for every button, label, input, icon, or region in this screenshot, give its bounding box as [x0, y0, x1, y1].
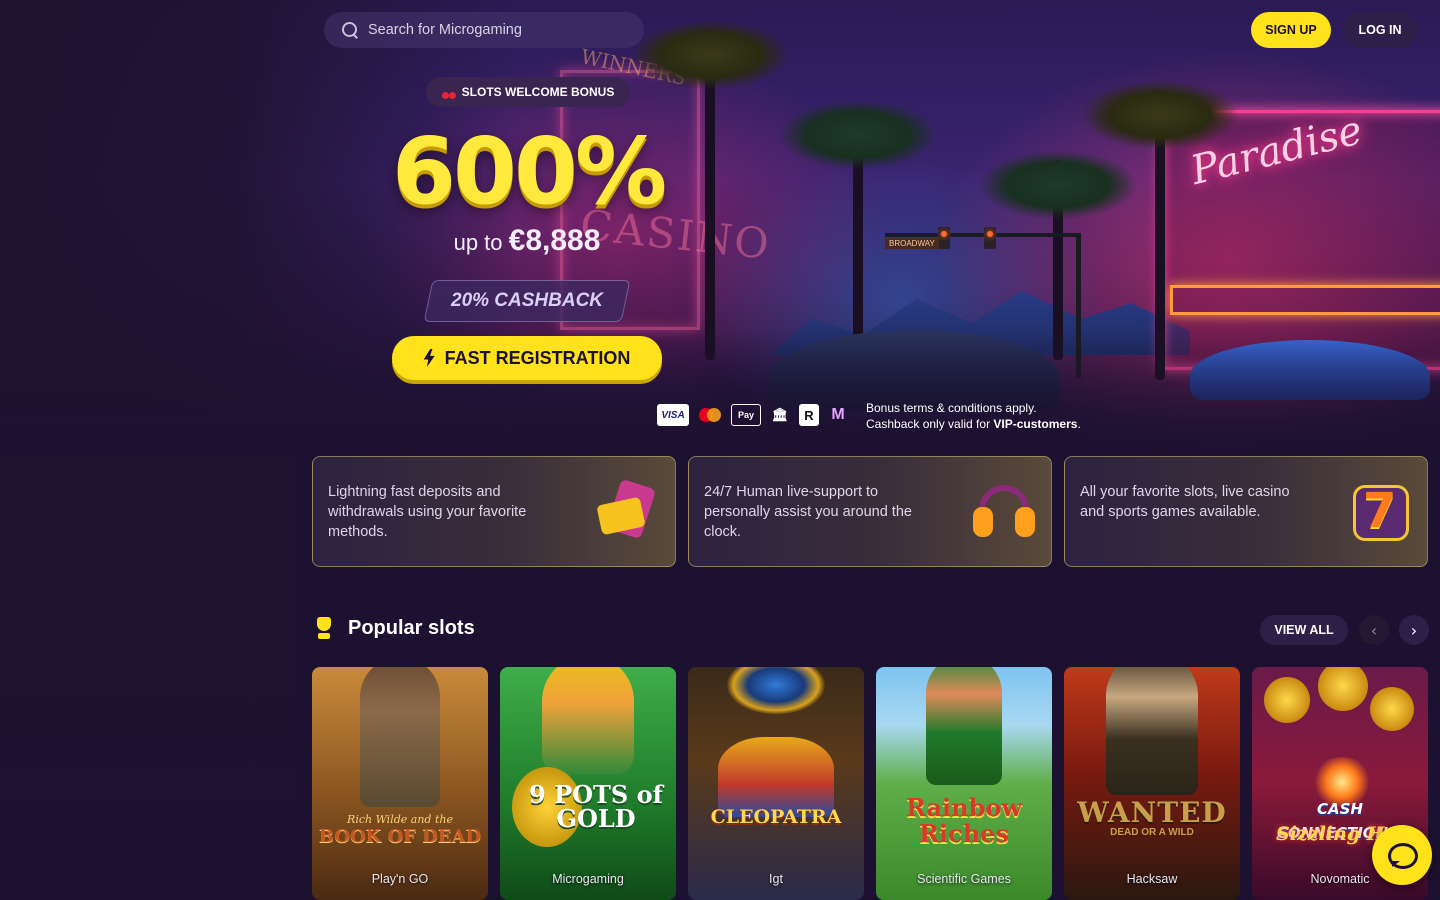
view-all-button[interactable]: VIEW ALL [1260, 615, 1348, 645]
traffic-light [984, 227, 996, 249]
bank-transfer-icon: 🏛 [771, 407, 789, 422]
palm-tree [630, 20, 790, 360]
traffic-light [938, 227, 950, 249]
slot-title: CLEOPATRA [710, 806, 842, 828]
slot-title: Rainbow Riches [905, 793, 1023, 848]
traffic-pole [885, 233, 1080, 237]
apple-pay-icon: Pay [731, 404, 761, 426]
chat-bubble-icon [1388, 843, 1418, 869]
search-icon [342, 21, 359, 39]
hero-fade-bottom [0, 330, 1440, 450]
wallet-icon [595, 478, 661, 545]
slot-title: WANTED [1077, 796, 1227, 829]
bonus-upto: up to €8,888 [392, 224, 662, 258]
bonus-upto-amount: €8,888 [508, 224, 601, 257]
slot-subtitle: DEAD OR A WILD [1110, 827, 1194, 838]
carousel-next-button[interactable]: › [1399, 615, 1429, 645]
visa-icon: VISA [657, 404, 689, 426]
payment-methods: VISA Pay 🏛 R M [657, 404, 849, 426]
slot-provider: Microgaming [552, 872, 624, 886]
popular-slots-title: Popular slots [348, 617, 475, 639]
search-bar[interactable] [324, 12, 644, 48]
slot-title: BOOK OF DEAD [318, 826, 482, 847]
log-in-button[interactable]: LOG IN [1343, 12, 1417, 48]
terms-suffix: . [1077, 417, 1081, 431]
broadway-street-sign: BROADWAY [885, 238, 939, 249]
slot-seven-icon: 7 [1347, 479, 1413, 545]
bonus-upto-prefix: up to [453, 230, 503, 255]
revolut-icon: R [799, 404, 819, 426]
bonus-terms-line2: Cashback only valid for VIP-customers. [866, 416, 1081, 432]
mastercard-icon [697, 404, 723, 426]
cashback-label: 20% CASHBACK [450, 290, 604, 311]
live-chat-button[interactable] [1372, 825, 1432, 885]
hero-banner: Paradise CASINO WINNERS BROADWAY [0, 0, 1440, 450]
fast-registration-button[interactable]: FAST REGISTRATION [392, 336, 662, 380]
hero-building-awning [1170, 285, 1440, 315]
terms-prefix: Cashback only valid for [866, 417, 991, 431]
palm-tree [978, 150, 1138, 360]
carousel-prev-button[interactable]: ‹ [1359, 615, 1389, 645]
bonus-percent: 600% [392, 118, 667, 225]
cherry-icon [441, 85, 456, 99]
feature-text: Lightning fast deposits and withdrawals … [328, 484, 527, 540]
slot-provider: Scientific Games [917, 872, 1011, 886]
feature-text: 24/7 Human live-support to personally as… [704, 484, 912, 540]
slot-seven-glyph: 7 [1363, 483, 1397, 539]
slot-tile-9-pots-of-gold[interactable]: 9 POTS of GOLD Microgaming [500, 667, 676, 900]
mifinity-icon: M [831, 406, 845, 423]
sign-up-button[interactable]: SIGN UP [1251, 12, 1331, 48]
slot-provider: Hacksaw [1126, 872, 1178, 886]
fast-registration-label: FAST REGISTRATION [444, 347, 631, 368]
bonus-terms-line1: Bonus terms & conditions apply. [866, 401, 1037, 415]
feature-card-deposits: Lightning fast deposits and withdrawals … [312, 456, 676, 567]
slot-provider: Play'n GO [371, 872, 429, 886]
feature-card-games: All your favorite slots, live casino and… [1064, 456, 1428, 567]
bonus-terms: Bonus terms & conditions apply. Cashback… [866, 400, 1081, 432]
slot-tile-wanted[interactable]: WANTED DEAD OR A WILD Hacksaw [1064, 667, 1240, 900]
headset-icon [971, 479, 1037, 545]
slot-tile-rainbow-riches[interactable]: Rainbow Riches Scientific Games [876, 667, 1052, 900]
terms-vip: VIP-customers [993, 417, 1078, 431]
slot-subtitle: Sizzling H [1276, 823, 1385, 845]
slot-tile-cleopatra[interactable]: CLEOPATRA Igt [688, 667, 864, 900]
slot-provider: Igt [769, 872, 783, 886]
feature-card-support: 24/7 Human live-support to personally as… [688, 456, 1052, 567]
search-input[interactable] [368, 22, 628, 38]
feature-text: All your favorite slots, live casino and… [1080, 484, 1290, 520]
welcome-bonus-label: SLOTS WELCOME BONUS [461, 85, 615, 99]
slot-title: 9 POTS of GOLD [529, 780, 663, 833]
cashback-badge: 20% CASHBACK [423, 280, 631, 322]
trophy-icon [315, 617, 333, 641]
welcome-bonus-tag: SLOTS WELCOME BONUS [426, 77, 630, 107]
slot-tile-book-of-dead[interactable]: Rich Wilde and the BOOK OF DEAD Play'n G… [312, 667, 488, 900]
lightning-bolt-icon [423, 349, 435, 367]
